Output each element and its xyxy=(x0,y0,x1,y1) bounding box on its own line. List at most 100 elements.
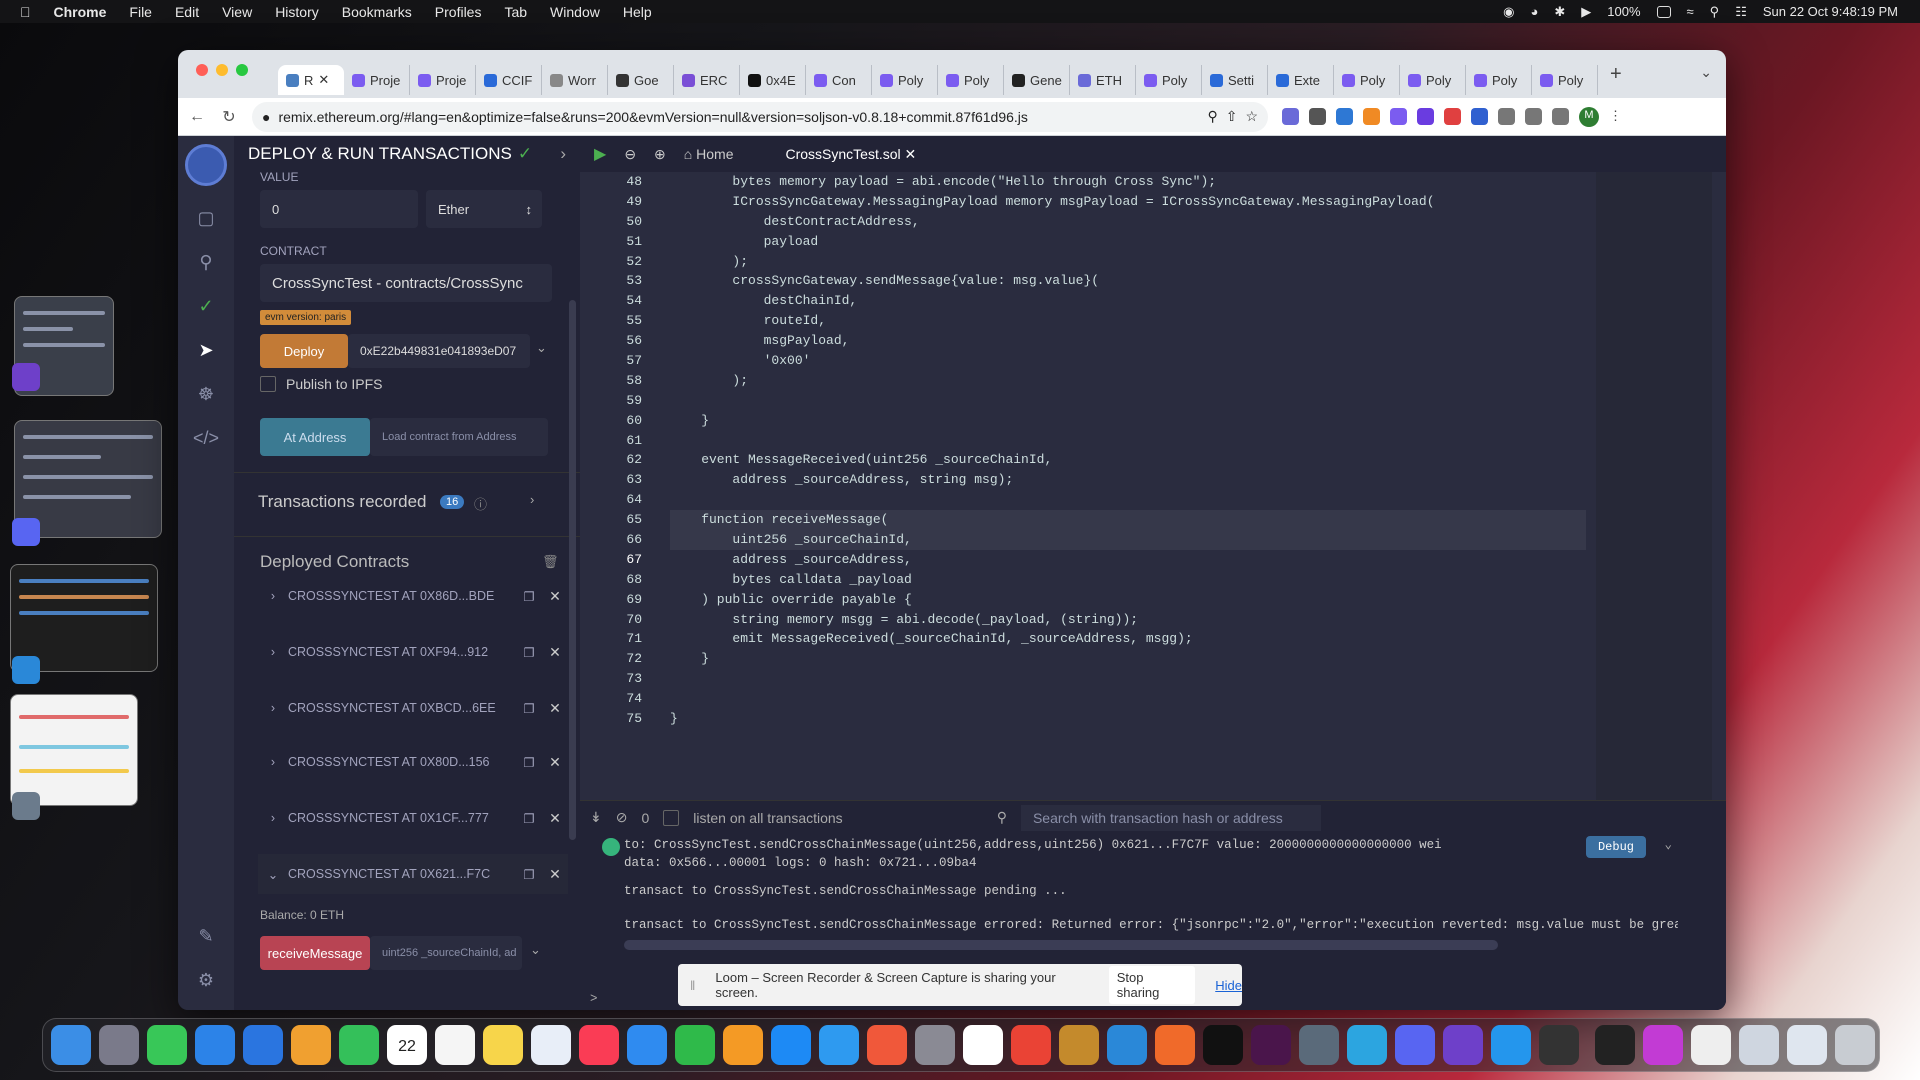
ext-icon-3[interactable] xyxy=(1336,108,1353,125)
terminal-prompt[interactable]: > xyxy=(590,992,598,1006)
code-line[interactable]: destContractAddress, xyxy=(670,212,1586,232)
chevron-down-icon[interactable]: ⌄ xyxy=(258,867,288,882)
photos-icon[interactable] xyxy=(291,1025,331,1065)
new-tab-button[interactable]: + xyxy=(1610,63,1622,86)
browser-tab[interactable]: Poly xyxy=(872,65,938,95)
drag-handle-icon[interactable]: ‖ xyxy=(690,978,695,993)
receive-message-params-input[interactable]: uint256 _sourceChainId, ad xyxy=(370,936,522,970)
tab-search-chevron-icon[interactable]: ⌄ xyxy=(1700,64,1712,81)
code-line[interactable] xyxy=(670,669,1586,689)
code-line[interactable]: } xyxy=(670,709,1586,729)
copy-icon[interactable]: ❐ xyxy=(516,867,542,882)
reload-icon[interactable]: ↻ xyxy=(220,107,238,127)
mic-icon[interactable]: ◉ xyxy=(1503,4,1514,20)
trash-icon[interactable]: 🗑 xyxy=(542,554,559,570)
finder-icon[interactable] xyxy=(51,1025,91,1065)
ext-icon-7[interactable] xyxy=(1444,108,1461,125)
extensions-puzzle-icon[interactable] xyxy=(1498,108,1515,125)
screens-icon[interactable] xyxy=(1299,1025,1339,1065)
zoom-window-button[interactable] xyxy=(236,64,248,76)
code-line[interactable]: string memory msgg = abi.decode(_payload… xyxy=(670,610,1586,630)
debugger-icon[interactable]: ☸ xyxy=(194,382,218,406)
code-line[interactable]: address _sourceAddress, xyxy=(670,550,1586,570)
menu-profiles[interactable]: Profiles xyxy=(435,4,482,20)
close-icon[interactable]: ✕ xyxy=(542,588,568,605)
code-line[interactable]: address _sourceAddress, string msg); xyxy=(670,470,1586,490)
terminal-hscrollbar[interactable] xyxy=(624,940,1498,950)
contract-row[interactable]: › CROSSSYNCTEST AT 0XF94...912 ❐ ✕ xyxy=(258,632,568,672)
menubar-clock[interactable]: Sun 22 Oct 9:48:19 PM xyxy=(1763,4,1898,19)
zoom-in-icon[interactable]: ⊕ xyxy=(654,146,666,163)
tab-home[interactable]: ⌂ Home xyxy=(684,146,734,162)
system-settings-icon[interactable] xyxy=(915,1025,955,1065)
deploy-button[interactable]: Deploy xyxy=(260,334,348,368)
contract-select[interactable]: CrossSyncTest - contracts/CrossSync xyxy=(260,264,552,302)
at-address-button[interactable]: At Address xyxy=(260,418,370,456)
code-line[interactable]: ); xyxy=(670,371,1586,391)
menu-bookmarks[interactable]: Bookmarks xyxy=(342,4,412,20)
chrome-icon[interactable] xyxy=(1011,1025,1051,1065)
activity-icon[interactable] xyxy=(1539,1025,1579,1065)
code-line[interactable]: payload xyxy=(670,232,1586,252)
code-editor[interactable]: 48 49 50 51 52 53 54 55 56 57 58 59 60 61 62 63 64 65 66 67… xyxy=(580,172,1726,800)
code-line[interactable]: msgPayload, xyxy=(670,331,1586,351)
zoom-out-icon[interactable]: ⊖ xyxy=(624,146,636,163)
menu-edit[interactable]: Edit xyxy=(175,4,199,20)
numbers-icon[interactable] xyxy=(675,1025,715,1065)
browser-tab[interactable]: Poly xyxy=(1400,65,1466,95)
ext-icon-2[interactable] xyxy=(1309,108,1326,125)
messages-icon[interactable] xyxy=(147,1025,187,1065)
menu-file[interactable]: File xyxy=(129,4,152,20)
ext-icon-6[interactable] xyxy=(1417,108,1434,125)
close-icon[interactable]: ✕ xyxy=(542,644,568,661)
menu-view[interactable]: View xyxy=(222,4,252,20)
search-icon[interactable]: ⚲ xyxy=(1710,4,1720,20)
calendar-icon[interactable]: 22 xyxy=(387,1025,427,1065)
code-line[interactable]: ICrossSyncGateway.MessagingPayload memor… xyxy=(670,192,1586,212)
code-lines[interactable]: bytes memory payload = abi.encode("Hello… xyxy=(670,172,1586,729)
browser-tab[interactable]: Poly xyxy=(1466,65,1532,95)
browser-tab[interactable]: Exte xyxy=(1268,65,1334,95)
browser-tab[interactable]: ETH xyxy=(1070,65,1136,95)
contract-row[interactable]: › CROSSSYNCTEST AT 0X1CF...777 ❐ ✕ xyxy=(258,798,568,838)
code-line[interactable]: destChainId, xyxy=(670,291,1586,311)
code-icon[interactable]: </> xyxy=(193,426,219,450)
code-line[interactable]: event MessageReceived(uint256 _sourceCha… xyxy=(670,450,1586,470)
code-line[interactable]: bytes memory payload = abi.encode("Hello… xyxy=(670,172,1586,192)
clear-icon[interactable]: ⊘ xyxy=(616,809,628,826)
apple-icon[interactable]:  xyxy=(20,4,31,20)
menu-app[interactable]: Chrome xyxy=(54,4,107,20)
chevron-right-icon[interactable]: › xyxy=(258,755,288,769)
browser-tab[interactable]: Con xyxy=(806,65,872,95)
menu-window[interactable]: Window xyxy=(550,4,600,20)
downloads-icon[interactable] xyxy=(1739,1025,1779,1065)
stop-sharing-button[interactable]: Stop sharing xyxy=(1108,966,1196,1004)
discord-icon[interactable] xyxy=(1395,1025,1435,1065)
code-line[interactable] xyxy=(670,490,1586,510)
trash-icon[interactable] xyxy=(1835,1025,1875,1065)
freeform-icon[interactable] xyxy=(531,1025,571,1065)
brave-icon[interactable] xyxy=(867,1025,907,1065)
solidity-compiler-icon[interactable]: ✓ xyxy=(194,294,218,318)
music-icon[interactable] xyxy=(579,1025,619,1065)
browser-tab[interactable]: Worr xyxy=(542,65,608,95)
battery-icon[interactable] xyxy=(1656,5,1671,18)
profile-avatar[interactable]: M xyxy=(1579,106,1599,127)
docker-icon[interactable] xyxy=(1491,1025,1531,1065)
file-explorer-icon[interactable]: ▢ xyxy=(194,206,218,230)
code-line[interactable]: uint256 _sourceChainId, xyxy=(670,530,1586,550)
code-line[interactable]: routeId, xyxy=(670,311,1586,331)
contract-row[interactable]: › CROSSSYNCTEST AT 0X86D...BDE ❐ ✕ xyxy=(258,576,568,616)
browser-tab[interactable]: ERC xyxy=(674,65,740,95)
url-field[interactable]: ● remix.ethereum.org/#lang=en&optimize=f… xyxy=(252,101,1268,132)
control-center-icon[interactable]: ☷ xyxy=(1735,4,1747,20)
minimize-window-button[interactable] xyxy=(216,64,228,76)
appstore-icon[interactable] xyxy=(243,1025,283,1065)
code-line[interactable] xyxy=(670,431,1586,451)
browser-tab[interactable]: Poly xyxy=(1136,65,1202,95)
chevron-right-icon[interactable]: › xyxy=(258,701,288,715)
code-line[interactable]: } xyxy=(670,649,1586,669)
load-address-input[interactable]: Load contract from Address xyxy=(370,418,548,456)
keynote-icon[interactable] xyxy=(627,1025,667,1065)
reminders-icon[interactable] xyxy=(435,1025,475,1065)
